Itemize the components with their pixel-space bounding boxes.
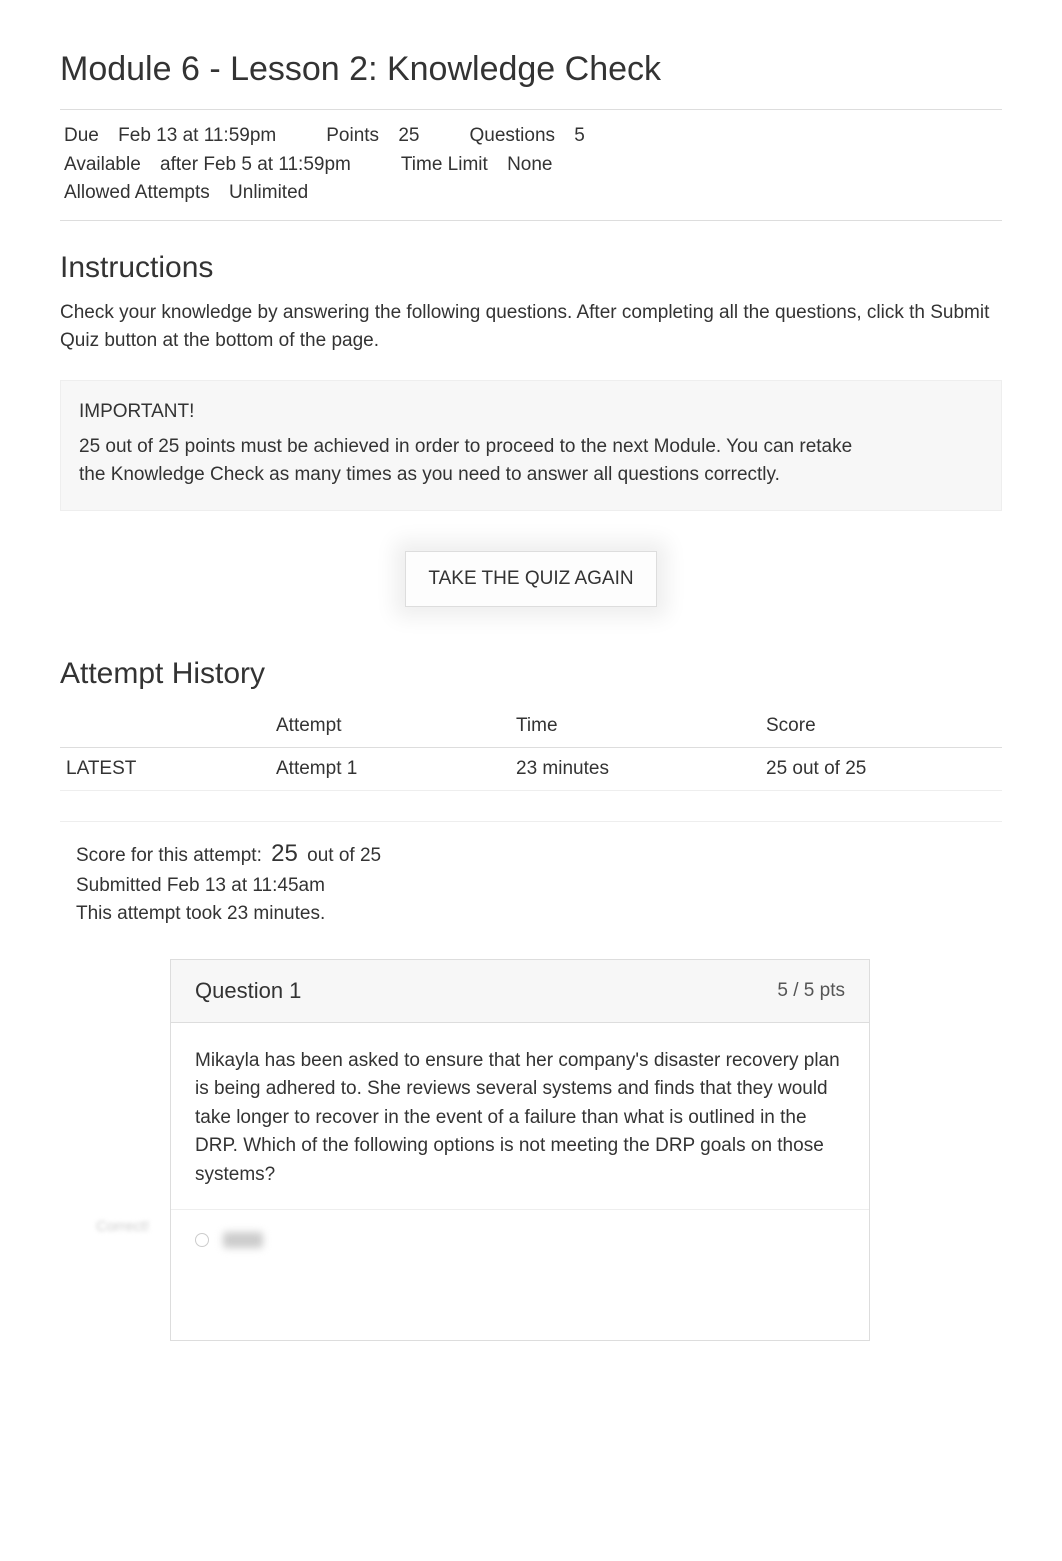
question-body: Mikayla has been asked to ensure that he…	[171, 1023, 869, 1210]
score-line: Score for this attempt: 25 out of 25	[76, 836, 986, 872]
important-body: 25 out of 25 points must be achieved in …	[79, 433, 859, 490]
page-title: Module 6 - Lesson 2: Knowledge Check	[60, 50, 1002, 89]
meta-attempts: Allowed Attempts Unlimited	[64, 179, 308, 208]
answer-option	[195, 1220, 845, 1260]
score-label: Score for this attempt:	[76, 845, 262, 866]
important-title: IMPORTANT!	[79, 401, 983, 423]
question-header: Question 1 5 / 5 pts	[171, 960, 869, 1023]
question-card: Question 1 5 / 5 pts Mikayla has been as…	[170, 959, 870, 1342]
radio-icon	[195, 1233, 209, 1247]
correct-indicator: Correct!	[96, 1218, 149, 1235]
col-attempt-header: Attempt	[270, 705, 510, 748]
meta-attempts-label: Allowed Attempts	[64, 182, 210, 203]
score-suffix: out of 25	[307, 845, 381, 866]
instructions-heading: Instructions	[60, 251, 1002, 285]
important-box: IMPORTANT! 25 out of 25 points must be a…	[60, 380, 1002, 511]
question-points: 5 / 5 pts	[777, 980, 845, 1002]
meta-due: Due Feb 13 at 11:59pm	[64, 122, 276, 151]
cell-score: 25 out of 25	[760, 747, 1002, 790]
meta-questions-label: Questions	[469, 125, 555, 146]
meta-attempts-value: Unlimited	[229, 182, 308, 203]
meta-timelimit: Time Limit None	[401, 151, 553, 180]
meta-points: Points 25	[326, 122, 419, 151]
instructions-body: Check your knowledge by answering the fo…	[60, 299, 1002, 356]
cell-time: 23 minutes	[510, 747, 760, 790]
quiz-meta-bar: Due Feb 13 at 11:59pm Points 25 Question…	[60, 109, 1002, 221]
cell-attempt[interactable]: Attempt 1	[270, 747, 510, 790]
score-summary: Score for this attempt: 25 out of 25 Sub…	[60, 821, 1002, 929]
meta-available: Available after Feb 5 at 11:59pm	[64, 151, 351, 180]
meta-points-value: 25	[398, 125, 419, 146]
submitted-line: Submitted Feb 13 at 11:45am	[76, 872, 986, 901]
col-status-header	[60, 705, 270, 748]
meta-points-label: Points	[326, 125, 379, 146]
table-header-row: Attempt Time Score	[60, 705, 1002, 748]
col-time-header: Time	[510, 705, 760, 748]
score-number: 25	[271, 840, 298, 867]
attempt-history-heading: Attempt History	[60, 657, 1002, 691]
meta-available-label: Available	[64, 154, 141, 175]
meta-timelimit-value: None	[507, 154, 552, 175]
table-row[interactable]: LATEST Attempt 1 23 minutes 25 out of 25	[60, 747, 1002, 790]
col-score-header: Score	[760, 705, 1002, 748]
meta-timelimit-label: Time Limit	[401, 154, 488, 175]
question-title: Question 1	[195, 978, 301, 1004]
meta-questions-value: 5	[574, 125, 585, 146]
cell-status: LATEST	[60, 747, 270, 790]
answer-text-hidden	[223, 1232, 263, 1248]
attempt-history-table: Attempt Time Score LATEST Attempt 1 23 m…	[60, 705, 1002, 791]
meta-due-value: Feb 13 at 11:59pm	[118, 125, 276, 146]
take-quiz-again-button[interactable]: TAKE THE QUIZ AGAIN	[405, 551, 656, 607]
meta-due-label: Due	[64, 125, 99, 146]
answer-area: Correct!	[171, 1209, 869, 1340]
meta-available-value: after Feb 5 at 11:59pm	[160, 154, 351, 175]
meta-questions: Questions 5	[469, 122, 584, 151]
duration-line: This attempt took 23 minutes.	[76, 900, 986, 929]
